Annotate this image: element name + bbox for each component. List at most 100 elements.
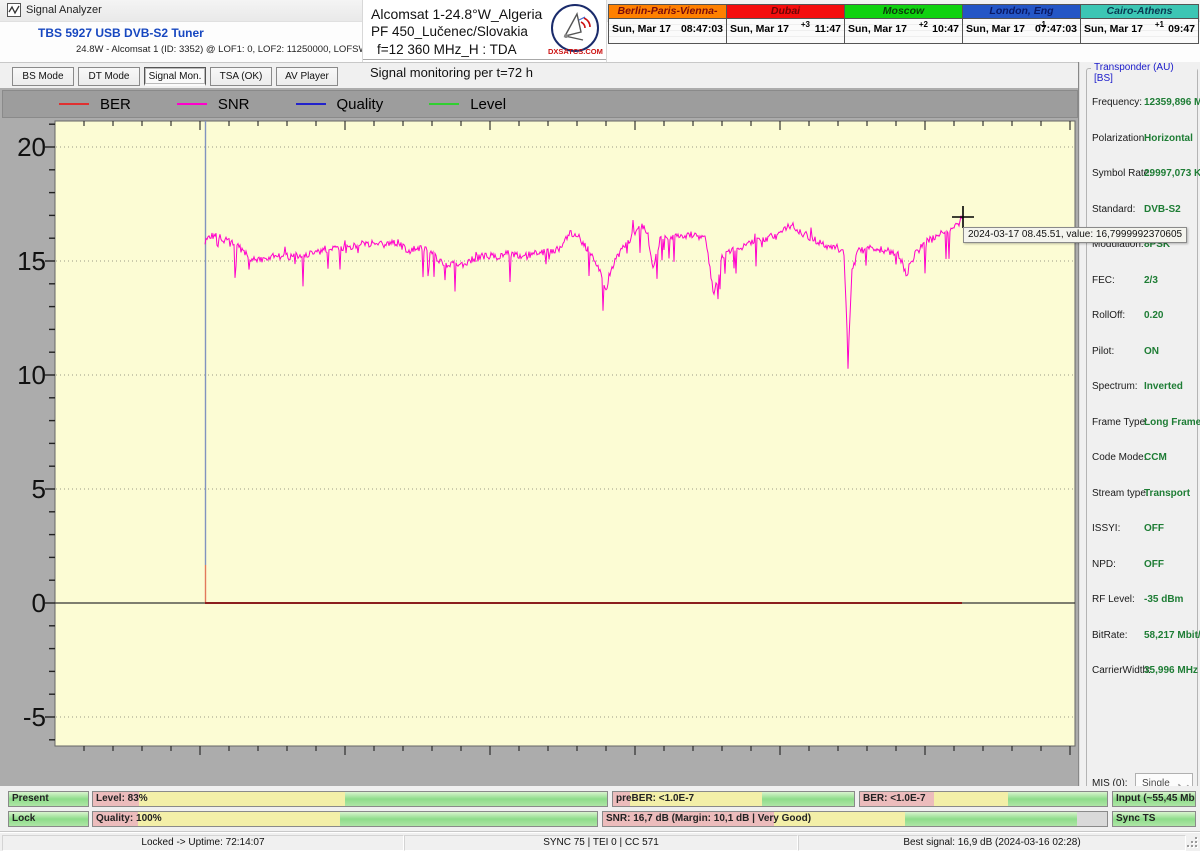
- logo-text: DXSATCS.COM: [548, 47, 603, 56]
- tab-bs-mode[interactable]: BS Mode: [12, 67, 74, 86]
- bar-segment: [905, 812, 1077, 826]
- bar-present: Present: [8, 791, 89, 807]
- clock-time: 08:47:03: [680, 23, 723, 35]
- chart-tooltip: 2024-03-17 08.45.51, value: 16,799999237…: [963, 227, 1188, 243]
- param-label: Frequency:: [1092, 97, 1143, 108]
- tab-av-player[interactable]: AV Player: [276, 67, 338, 86]
- bar-label: BER: <1.0E-7: [863, 793, 926, 804]
- transponder-row-polarization: Polarization: Horizontal: [1087, 133, 1197, 147]
- bar-label: preBER: <1.0E-7: [616, 793, 695, 804]
- transponder-row-npd: NPD: OFF: [1087, 559, 1197, 573]
- signal-monitoring-label: Signal monitoring per t=72 h: [370, 65, 539, 80]
- param-value: OFF: [1144, 558, 1164, 570]
- param-label: Pilot:: [1092, 345, 1115, 357]
- param-label: Code Mode:: [1092, 452, 1147, 463]
- status-bar: Locked -> Uptime: 72:14:07 SYNC 75 | TEI …: [0, 832, 1200, 851]
- clock-city: Moscow: [845, 5, 962, 19]
- y-axis-label: 10: [17, 360, 46, 390]
- transponder-row-streamtype: Stream type: Transport: [1087, 488, 1197, 502]
- legend-label: SNR: [217, 95, 250, 113]
- transponder-row-carrierwidth: CarrierWidth: 35,996 MHz: [1087, 665, 1198, 679]
- statusbar-section-0: Locked -> Uptime: 72:14:07: [2, 835, 404, 851]
- bar-label: SNR: 16,7 dB (Margin: 10,1 dB | Very Goo…: [606, 813, 812, 824]
- param-value: Transport: [1144, 487, 1191, 499]
- bar-lock: Lock: [8, 811, 89, 827]
- param-value: -35 dBm: [1144, 594, 1184, 605]
- clock-city: Cairo-Athens: [1081, 5, 1198, 19]
- legend-label: Level: [470, 95, 507, 113]
- param-value: Long Frame: [1144, 416, 1200, 428]
- transponder-row-rolloff: RollOff: 0.20: [1087, 310, 1197, 324]
- y-axis-label: 20: [17, 132, 46, 162]
- legend-swatch: [59, 103, 89, 105]
- clock-date: Sun, Mar 17: [612, 23, 671, 35]
- param-value: 2/3: [1144, 274, 1158, 286]
- param-label: BitRate:: [1092, 629, 1128, 641]
- signal-monitoring-chart[interactable]: -5 0 5 10 15 20: [0, 116, 1078, 786]
- tab-signal-mon-[interactable]: Signal Mon.: [144, 67, 206, 86]
- clock-time-row: Sun, Mar 17 +2 10:47: [845, 19, 962, 42]
- param-value: Inverted: [1144, 381, 1183, 392]
- param-label: CarrierWidth:: [1092, 665, 1151, 676]
- bar-preber: preBER: <1.0E-7: [612, 791, 855, 807]
- tab-dt-mode[interactable]: DT Mode: [78, 67, 140, 86]
- param-label: ISSYI:: [1092, 523, 1121, 534]
- clock-date: Sun, Mar 17: [966, 23, 1025, 35]
- statusbar-section-2: Best signal: 16,9 dB (2024-03-16 02:28): [798, 835, 1186, 851]
- param-label: Standard:: [1092, 203, 1136, 215]
- clock-time-row: Sun, Mar 17 +3 11:47: [727, 19, 844, 42]
- transponder-row-symbolrate: Symbol Rate: 29997,073 KS/s: [1087, 168, 1200, 182]
- transponder-row-spectrum: Spectrum: Inverted: [1087, 381, 1197, 395]
- clock-berlin-paris-vienna-roma: Berlin-Paris-Vienna-Roma Sun, Mar 17 08:…: [608, 4, 727, 44]
- y-axis-label: 0: [32, 588, 46, 618]
- legend-item-ber: BER: [59, 96, 131, 113]
- site-name: PF 450_Lučenec/Slovakia: [371, 24, 528, 39]
- transponder-row-rflevel: RF Level: -35 dBm: [1087, 594, 1197, 608]
- param-label: Polarization:: [1092, 132, 1148, 144]
- bar-label: Lock: [12, 813, 36, 824]
- clock-time: 11:47: [814, 23, 841, 35]
- transponder-title: Transponder (AU) [BS]: [1091, 62, 1197, 84]
- legend-item-snr: SNR: [176, 95, 250, 113]
- satellite-dish-icon: [563, 12, 591, 41]
- tab-strip: BS Mode DT Mode Signal Mon. TSA (OK) AV Play…: [0, 62, 1078, 89]
- bar-label: Quality: 100%: [96, 813, 162, 824]
- transponder-row-fec: FEC: 2/3: [1087, 275, 1197, 289]
- transponder-row-issyi: ISSYI: OFF: [1087, 523, 1197, 537]
- param-label: Spectrum:: [1092, 381, 1138, 392]
- app-icon: [7, 3, 21, 17]
- satellite-name: Alcomsat 1-24.8°W_Algeria: [371, 6, 543, 22]
- legend-swatch: [295, 103, 326, 105]
- dxsatcs-logo: DXSATCS.COM: [548, 3, 603, 59]
- clock-london-eng: London, Eng Sun, Mar 17 -1 07:47:03: [962, 4, 1081, 44]
- transponder-row-pilot: Pilot: ON: [1087, 346, 1197, 360]
- y-axis-label: 5: [32, 474, 46, 504]
- clock-date: Sun, Mar 17: [730, 23, 789, 35]
- param-label: RollOff:: [1092, 310, 1126, 321]
- tab-tsa-ok-[interactable]: TSA (OK): [210, 67, 272, 86]
- clock-city: Berlin-Paris-Vienna-Roma: [609, 5, 726, 19]
- legend-label: BER: [100, 95, 131, 113]
- param-value: 12359,896 MHz: [1144, 97, 1200, 108]
- frequency-line: f=12 360 MHz_H : TDA: [377, 42, 517, 57]
- bar-segment: [139, 792, 345, 806]
- param-value: DVB-S2: [1144, 203, 1181, 215]
- clock-time-row: Sun, Mar 17 +1 09:47: [1081, 19, 1198, 42]
- transponder-sidebar: Transponder (AU) [BS] Frequency: 12359,8…: [1078, 62, 1200, 847]
- signal-bars-area: Present Level: 83% preBER: <1.0E-7 BER: <1.…: [0, 786, 1200, 832]
- clock-city: Dubai: [727, 5, 844, 19]
- window-title: Signal Analyzer: [26, 4, 102, 16]
- bar-segment: [934, 792, 1009, 806]
- clock-utc-offset: +2: [918, 20, 928, 29]
- bar-segment: [762, 792, 854, 806]
- clock-moscow: Moscow Sun, Mar 17 +2 10:47: [844, 4, 963, 44]
- clock-city: London, Eng: [963, 5, 1080, 19]
- bar-quality: Quality: 100%: [92, 811, 598, 827]
- resize-grip[interactable]: [1186, 836, 1199, 849]
- clock-date: Sun, Mar 17: [1084, 23, 1143, 35]
- clock-time: 07:47:03: [1034, 23, 1077, 35]
- bar-segment: [339, 812, 597, 826]
- bar-snr: SNR: 16,7 dB (Margin: 10,1 dB | Very Goo…: [602, 811, 1108, 827]
- transponder-groupbox: Transponder (AU) [BS] Frequency: 12359,8…: [1086, 62, 1200, 818]
- clock-time-row: Sun, Mar 17 -1 07:47:03: [963, 19, 1080, 42]
